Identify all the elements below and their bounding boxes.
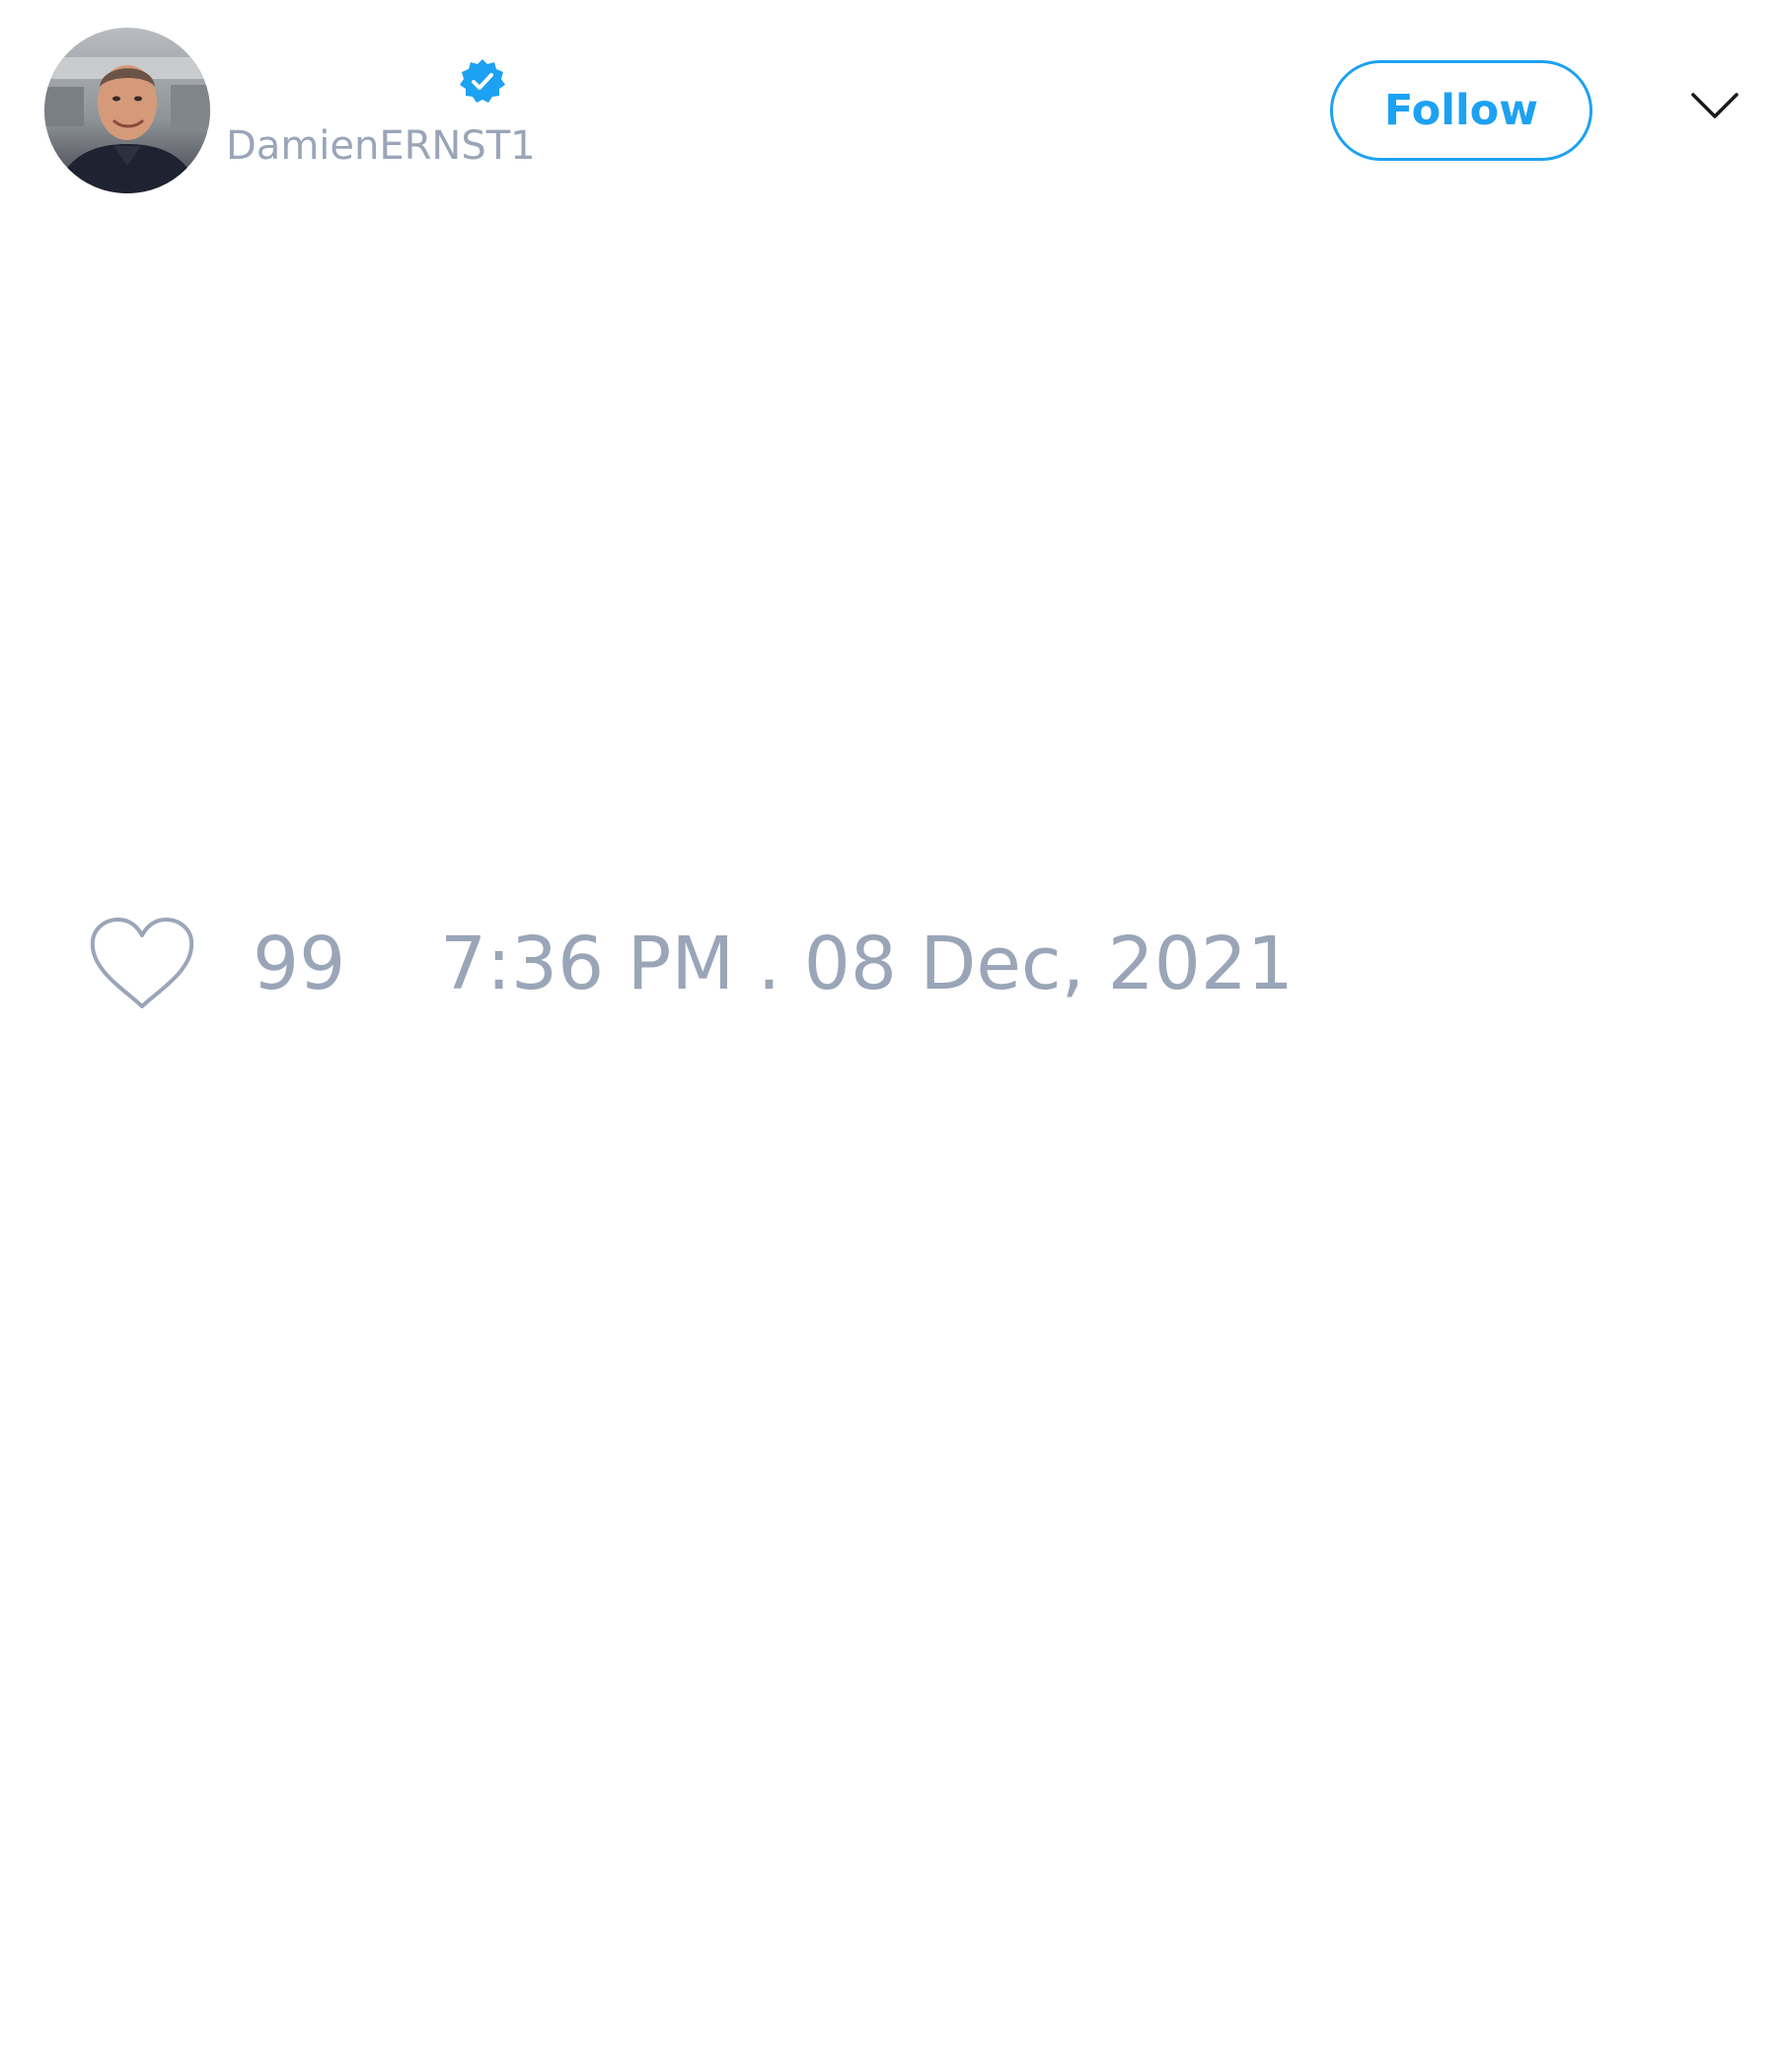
chevron-down-icon[interactable]	[1690, 91, 1739, 120]
heart-icon[interactable]	[89, 918, 195, 1012]
avatar-image	[44, 28, 210, 193]
follow-button[interactable]: Follow	[1330, 60, 1592, 161]
author-handle[interactable]: DamienERNST1	[226, 126, 536, 166]
tweet-timestamp[interactable]: 7:36 PM . 08 Dec, 2021	[440, 927, 1294, 1000]
likes-count: 99	[253, 922, 346, 1006]
avatar[interactable]	[44, 28, 210, 193]
verified-badge-icon	[459, 57, 506, 105]
